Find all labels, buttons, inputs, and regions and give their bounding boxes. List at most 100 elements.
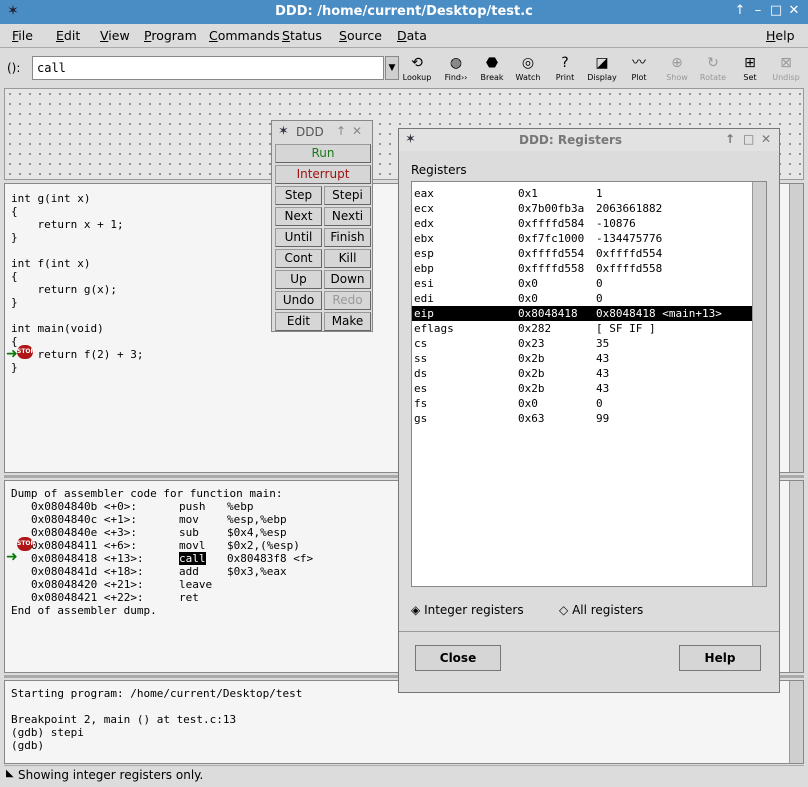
register-hex: 0x0 bbox=[518, 397, 538, 410]
tool-undisp-button[interactable]: ⊠ Undisp bbox=[768, 53, 804, 85]
register-name: es bbox=[414, 382, 428, 395]
menu-program[interactable]: Program bbox=[144, 28, 197, 43]
all-registers-radio[interactable]: ◇ All registers bbox=[559, 603, 643, 617]
edit-button[interactable]: Edit bbox=[275, 312, 322, 331]
console-output: Starting program: /home/current/Desktop/… bbox=[11, 687, 303, 752]
register-row-ecx[interactable]: ecx 0x7b00fb3a 2063661882 bbox=[412, 201, 764, 216]
menu-help[interactable]: Help bbox=[766, 28, 795, 43]
tool-print-button[interactable]: ? Print bbox=[547, 53, 583, 85]
command-tool-titlebar[interactable]: ✶ DDD ↑ ✕ bbox=[272, 121, 372, 143]
console-scrollbar[interactable] bbox=[789, 681, 803, 763]
asm-scrollbar[interactable] bbox=[789, 481, 803, 672]
registers-title: DDD: Registers bbox=[519, 133, 623, 147]
command-tool-up-icon[interactable]: ↑ bbox=[336, 124, 346, 138]
kill-button[interactable]: Kill bbox=[324, 249, 371, 268]
asm-opcode: call bbox=[179, 552, 206, 565]
asm-footer: End of assembler dump. bbox=[11, 604, 157, 617]
next-button[interactable]: Next bbox=[275, 207, 322, 226]
asm-address: 0x0804840b <+0>: bbox=[31, 500, 137, 513]
close-icon[interactable]: ✕ bbox=[786, 3, 802, 19]
menu-file[interactable]: File bbox=[12, 28, 33, 43]
tool-watch-button[interactable]: ◎ Watch bbox=[510, 53, 546, 85]
integer-registers-radio[interactable]: ◈ Integer registers bbox=[411, 603, 524, 617]
help-button[interactable]: Help bbox=[679, 645, 761, 671]
register-row-ds[interactable]: ds 0x2b 43 bbox=[412, 366, 764, 381]
execution-arrow-icon: ➜ bbox=[6, 346, 18, 362]
run-button[interactable]: Run bbox=[275, 144, 371, 163]
registers-list[interactable]: eax 0x1 1 ecx 0x7b00fb3a 2063661882 edx 0xffffd… bbox=[411, 181, 767, 587]
menu-view[interactable]: View bbox=[100, 28, 130, 43]
register-value: -10876 bbox=[596, 217, 636, 230]
close-button[interactable]: Close bbox=[415, 645, 501, 671]
register-row-edi[interactable]: edi 0x0 0 bbox=[412, 291, 764, 306]
cont-button[interactable]: Cont bbox=[275, 249, 322, 268]
title-bar[interactable]: ✶ DDD: /home/current/Desktop/test.c ↑ – … bbox=[0, 0, 808, 24]
register-row-eip[interactable]: eip 0x8048418 0x8048418 <main+13> bbox=[412, 306, 764, 321]
registers-up-icon[interactable]: ↑ bbox=[725, 132, 735, 146]
breakpoint-stop-icon[interactable]: STOP bbox=[17, 345, 35, 359]
asm-row: 0x08048418 <+13>: call 0x80483f8 <f> bbox=[11, 552, 391, 565]
argument-input[interactable]: call bbox=[32, 56, 384, 80]
register-row-eax[interactable]: eax 0x1 1 bbox=[412, 186, 764, 201]
register-row-ebx[interactable]: ebx 0xf7fc1000 -134475776 bbox=[412, 231, 764, 246]
undo-button[interactable]: Undo bbox=[275, 291, 322, 310]
command-tool-close-icon[interactable]: ✕ bbox=[352, 124, 362, 138]
tool-plot-button[interactable]: 〰 Plot bbox=[621, 53, 657, 85]
asm-breakpoint-stop-icon[interactable]: STOP bbox=[17, 537, 35, 551]
finish-button[interactable]: Finish bbox=[324, 228, 371, 247]
rotate-icon: ↻ bbox=[707, 55, 719, 71]
maximize-up-icon[interactable]: ↑ bbox=[732, 3, 748, 19]
register-row-es[interactable]: es 0x2b 43 bbox=[412, 381, 764, 396]
register-name: esp bbox=[414, 247, 434, 260]
stepi-button[interactable]: Stepi bbox=[324, 186, 371, 205]
register-row-esp[interactable]: esp 0xffffd554 0xffffd554 bbox=[412, 246, 764, 261]
tool-label: Find›› bbox=[444, 73, 468, 82]
menu-commands[interactable]: Commands bbox=[209, 28, 280, 43]
menu-status[interactable]: Status bbox=[282, 28, 322, 43]
asm-row: 0x08048420 <+21>: leave bbox=[11, 578, 391, 591]
register-row-esi[interactable]: esi 0x0 0 bbox=[412, 276, 764, 291]
registers-close-icon[interactable]: ✕ bbox=[761, 132, 771, 146]
until-button[interactable]: Until bbox=[275, 228, 322, 247]
register-name: ebx bbox=[414, 232, 434, 245]
interrupt-button[interactable]: Interrupt bbox=[275, 165, 371, 184]
tool-show-button[interactable]: ⊕ Show bbox=[659, 53, 695, 85]
register-row-ss[interactable]: ss 0x2b 43 bbox=[412, 351, 764, 366]
up-button[interactable]: Up bbox=[275, 270, 322, 289]
menu-source[interactable]: Source bbox=[339, 28, 382, 43]
registers-scrollbar[interactable] bbox=[752, 182, 766, 586]
register-row-eflags[interactable]: eflags 0x282 [ SF IF ] bbox=[412, 321, 764, 336]
registers-max-icon[interactable]: □ bbox=[743, 132, 754, 146]
register-value: 99 bbox=[596, 412, 610, 425]
menu-bar: File Edit View Program Commands Status S… bbox=[0, 24, 808, 48]
maximize-icon[interactable]: □ bbox=[768, 3, 784, 19]
nexti-button[interactable]: Nexti bbox=[324, 207, 371, 226]
register-row-fs[interactable]: fs 0x0 0 bbox=[412, 396, 764, 411]
register-name: ss bbox=[414, 352, 428, 365]
register-row-gs[interactable]: gs 0x63 99 bbox=[412, 411, 764, 426]
minimize-icon[interactable]: – bbox=[750, 3, 766, 19]
register-name: edi bbox=[414, 292, 434, 305]
tool-set-button[interactable]: ⊞ Set bbox=[732, 53, 768, 85]
source-scrollbar[interactable] bbox=[789, 184, 803, 472]
menu-edit[interactable]: Edit bbox=[56, 28, 80, 43]
register-row-edx[interactable]: edx 0xffffd584 -10876 bbox=[412, 216, 764, 231]
tool-find-button[interactable]: ◍ Find›› bbox=[438, 53, 474, 85]
register-hex: 0xffffd554 bbox=[518, 247, 585, 260]
step-button[interactable]: Step bbox=[275, 186, 322, 205]
make-button[interactable]: Make bbox=[324, 312, 371, 331]
register-row-ebp[interactable]: ebp 0xffffd558 0xffffd558 bbox=[412, 261, 764, 276]
tool-lookup-button[interactable]: ⟲ Lookup bbox=[399, 53, 435, 85]
argument-history-dropdown[interactable]: ▼ bbox=[385, 56, 399, 80]
redo-button[interactable]: Redo bbox=[324, 291, 371, 310]
tool-display-button[interactable]: ◪ Display bbox=[584, 53, 620, 85]
menu-data[interactable]: Data bbox=[397, 28, 427, 43]
tool-rotate-button[interactable]: ↻ Rotate bbox=[695, 53, 731, 85]
register-value: 2063661882 bbox=[596, 202, 663, 215]
all-registers-label: All registers bbox=[572, 603, 644, 617]
tool-break-button[interactable]: ⬣ Break bbox=[474, 53, 510, 85]
display-icon: ◪ bbox=[595, 55, 609, 71]
register-row-cs[interactable]: cs 0x23 35 bbox=[412, 336, 764, 351]
down-button[interactable]: Down bbox=[324, 270, 371, 289]
registers-titlebar[interactable]: ✶ DDD: Registers ↑ □ ✕ bbox=[399, 129, 779, 151]
